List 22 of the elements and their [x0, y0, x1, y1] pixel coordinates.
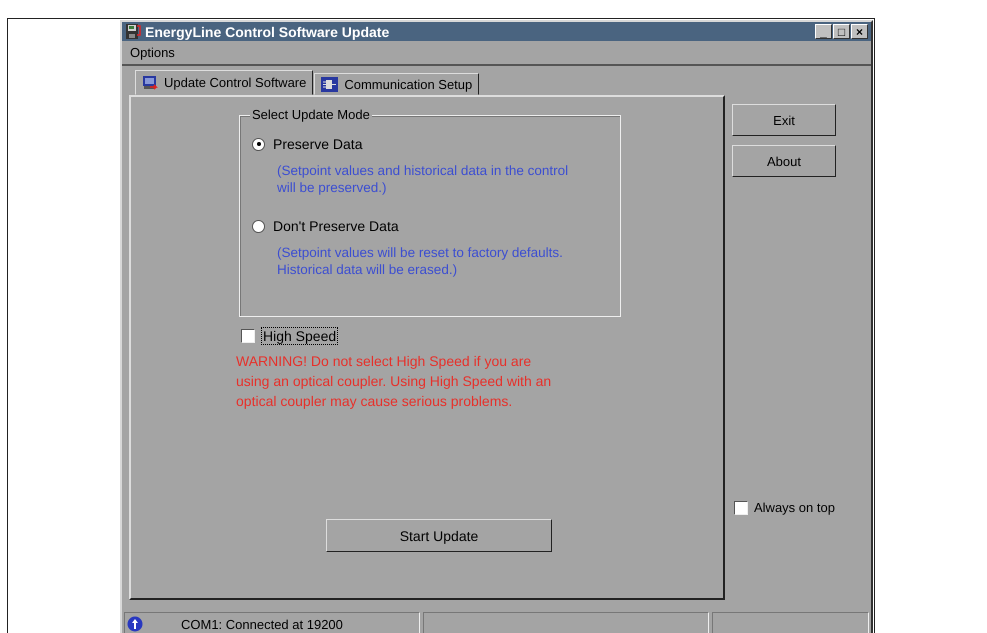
- radio-option[interactable]: Preserve Data: [252, 136, 362, 152]
- tab[interactable]: Communication Setup: [314, 73, 480, 95]
- menu-item[interactable]: Options: [128, 42, 177, 62]
- floppy-disk-icon: [125, 23, 142, 40]
- minimize-button[interactable]: _: [815, 24, 832, 39]
- group-title: Select Update Mode: [250, 107, 372, 122]
- close-button[interactable]: ×: [851, 24, 868, 39]
- window-title: EnergyLine Control Software Update: [145, 24, 390, 40]
- warning-text: WARNING! Do not select High Speed if you are using an optical coupler. Using High Speed with an optical coupler may cause serious problems.: [236, 352, 552, 411]
- option-description: (Setpoint values and historical data in the control will be preserved.): [277, 162, 570, 196]
- about-button[interactable]: About: [732, 145, 836, 177]
- tab[interactable]: Update Control Software: [135, 70, 314, 95]
- exit-button[interactable]: Exit: [732, 104, 836, 136]
- always-on-top-checkbox[interactable]: Always on top: [734, 500, 871, 515]
- maximize-button[interactable]: □: [833, 24, 850, 39]
- start-update-button[interactable]: Start Update: [326, 519, 552, 552]
- status-text: COM1: Connected at 19200: [181, 616, 343, 632]
- radio-option[interactable]: Don't Preserve Data: [252, 218, 399, 234]
- connector-icon: [321, 76, 338, 92]
- option-description: (Setpoint values will be reset to factory defaults. Historical data will be erased.): [277, 244, 564, 278]
- info-icon: [127, 616, 143, 632]
- computer-icon: [142, 75, 158, 90]
